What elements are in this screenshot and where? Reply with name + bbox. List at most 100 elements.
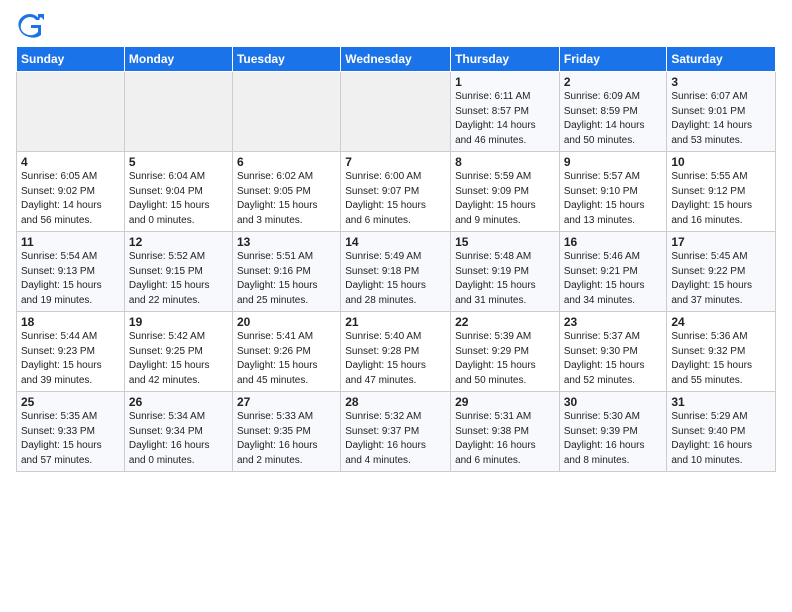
weekday-header-friday: Friday (559, 47, 667, 72)
calendar-cell: 7Sunrise: 6:00 AM Sunset: 9:07 PM Daylig… (341, 152, 451, 232)
day-number: 17 (671, 235, 771, 249)
day-info: Sunrise: 5:30 AM Sunset: 9:39 PM Dayligh… (564, 410, 663, 468)
day-info: Sunrise: 5:35 AM Sunset: 9:33 PM Dayligh… (21, 410, 120, 468)
day-info: Sunrise: 5:34 AM Sunset: 9:34 PM Dayligh… (129, 410, 228, 468)
day-number: 23 (564, 315, 663, 329)
day-number: 7 (345, 155, 446, 169)
day-number: 8 (455, 155, 555, 169)
calendar-cell: 2Sunrise: 6:09 AM Sunset: 8:59 PM Daylig… (559, 72, 667, 152)
day-info: Sunrise: 5:48 AM Sunset: 9:19 PM Dayligh… (455, 250, 555, 308)
day-info: Sunrise: 5:41 AM Sunset: 9:26 PM Dayligh… (237, 330, 336, 388)
day-info: Sunrise: 5:52 AM Sunset: 9:15 PM Dayligh… (129, 250, 228, 308)
calendar-cell: 27Sunrise: 5:33 AM Sunset: 9:35 PM Dayli… (232, 392, 340, 472)
day-info: Sunrise: 6:02 AM Sunset: 9:05 PM Dayligh… (237, 170, 336, 228)
day-info: Sunrise: 5:36 AM Sunset: 9:32 PM Dayligh… (671, 330, 771, 388)
day-info: Sunrise: 5:31 AM Sunset: 9:38 PM Dayligh… (455, 410, 555, 468)
calendar-cell: 4Sunrise: 6:05 AM Sunset: 9:02 PM Daylig… (17, 152, 125, 232)
day-info: Sunrise: 5:49 AM Sunset: 9:18 PM Dayligh… (345, 250, 446, 308)
day-number: 25 (21, 395, 120, 409)
day-number: 30 (564, 395, 663, 409)
calendar-week-3: 11Sunrise: 5:54 AM Sunset: 9:13 PM Dayli… (17, 232, 776, 312)
calendar-cell: 24Sunrise: 5:36 AM Sunset: 9:32 PM Dayli… (667, 312, 776, 392)
calendar-cell: 17Sunrise: 5:45 AM Sunset: 9:22 PM Dayli… (667, 232, 776, 312)
weekday-header-wednesday: Wednesday (341, 47, 451, 72)
calendar-week-4: 18Sunrise: 5:44 AM Sunset: 9:23 PM Dayli… (17, 312, 776, 392)
day-number: 16 (564, 235, 663, 249)
calendar-cell: 19Sunrise: 5:42 AM Sunset: 9:25 PM Dayli… (124, 312, 232, 392)
day-number: 10 (671, 155, 771, 169)
calendar-cell: 21Sunrise: 5:40 AM Sunset: 9:28 PM Dayli… (341, 312, 451, 392)
calendar-body: 1Sunrise: 6:11 AM Sunset: 8:57 PM Daylig… (17, 72, 776, 472)
day-number: 15 (455, 235, 555, 249)
day-number: 9 (564, 155, 663, 169)
day-info: Sunrise: 5:32 AM Sunset: 9:37 PM Dayligh… (345, 410, 446, 468)
calendar-cell: 13Sunrise: 5:51 AM Sunset: 9:16 PM Dayli… (232, 232, 340, 312)
calendar-week-2: 4Sunrise: 6:05 AM Sunset: 9:02 PM Daylig… (17, 152, 776, 232)
day-info: Sunrise: 6:11 AM Sunset: 8:57 PM Dayligh… (455, 90, 555, 148)
calendar-cell (232, 72, 340, 152)
day-number: 13 (237, 235, 336, 249)
calendar-cell: 1Sunrise: 6:11 AM Sunset: 8:57 PM Daylig… (451, 72, 560, 152)
calendar-cell: 23Sunrise: 5:37 AM Sunset: 9:30 PM Dayli… (559, 312, 667, 392)
day-number: 5 (129, 155, 228, 169)
calendar-cell (341, 72, 451, 152)
day-number: 27 (237, 395, 336, 409)
day-number: 6 (237, 155, 336, 169)
calendar-header: SundayMondayTuesdayWednesdayThursdayFrid… (17, 47, 776, 72)
day-info: Sunrise: 5:29 AM Sunset: 9:40 PM Dayligh… (671, 410, 771, 468)
day-number: 11 (21, 235, 120, 249)
weekday-row: SundayMondayTuesdayWednesdayThursdayFrid… (17, 47, 776, 72)
calendar-cell: 26Sunrise: 5:34 AM Sunset: 9:34 PM Dayli… (124, 392, 232, 472)
day-info: Sunrise: 5:54 AM Sunset: 9:13 PM Dayligh… (21, 250, 120, 308)
day-info: Sunrise: 5:44 AM Sunset: 9:23 PM Dayligh… (21, 330, 120, 388)
day-info: Sunrise: 5:39 AM Sunset: 9:29 PM Dayligh… (455, 330, 555, 388)
calendar-cell: 29Sunrise: 5:31 AM Sunset: 9:38 PM Dayli… (451, 392, 560, 472)
calendar-table: SundayMondayTuesdayWednesdayThursdayFrid… (16, 46, 776, 472)
day-info: Sunrise: 6:05 AM Sunset: 9:02 PM Dayligh… (21, 170, 120, 228)
day-number: 2 (564, 75, 663, 89)
calendar-cell: 9Sunrise: 5:57 AM Sunset: 9:10 PM Daylig… (559, 152, 667, 232)
logo (16, 10, 46, 38)
day-info: Sunrise: 5:37 AM Sunset: 9:30 PM Dayligh… (564, 330, 663, 388)
day-number: 21 (345, 315, 446, 329)
weekday-header-saturday: Saturday (667, 47, 776, 72)
header (16, 10, 776, 38)
day-number: 22 (455, 315, 555, 329)
calendar-cell: 11Sunrise: 5:54 AM Sunset: 9:13 PM Dayli… (17, 232, 125, 312)
day-info: Sunrise: 6:09 AM Sunset: 8:59 PM Dayligh… (564, 90, 663, 148)
day-number: 24 (671, 315, 771, 329)
day-info: Sunrise: 5:40 AM Sunset: 9:28 PM Dayligh… (345, 330, 446, 388)
weekday-header-sunday: Sunday (17, 47, 125, 72)
day-number: 1 (455, 75, 555, 89)
day-number: 18 (21, 315, 120, 329)
day-number: 31 (671, 395, 771, 409)
calendar-cell: 22Sunrise: 5:39 AM Sunset: 9:29 PM Dayli… (451, 312, 560, 392)
weekday-header-tuesday: Tuesday (232, 47, 340, 72)
calendar-cell: 31Sunrise: 5:29 AM Sunset: 9:40 PM Dayli… (667, 392, 776, 472)
day-info: Sunrise: 5:42 AM Sunset: 9:25 PM Dayligh… (129, 330, 228, 388)
calendar-cell: 5Sunrise: 6:04 AM Sunset: 9:04 PM Daylig… (124, 152, 232, 232)
day-info: Sunrise: 5:51 AM Sunset: 9:16 PM Dayligh… (237, 250, 336, 308)
day-info: Sunrise: 5:45 AM Sunset: 9:22 PM Dayligh… (671, 250, 771, 308)
calendar-week-5: 25Sunrise: 5:35 AM Sunset: 9:33 PM Dayli… (17, 392, 776, 472)
page: SundayMondayTuesdayWednesdayThursdayFrid… (0, 0, 792, 612)
calendar-cell: 20Sunrise: 5:41 AM Sunset: 9:26 PM Dayli… (232, 312, 340, 392)
logo-icon (16, 10, 44, 38)
calendar-cell: 16Sunrise: 5:46 AM Sunset: 9:21 PM Dayli… (559, 232, 667, 312)
weekday-header-monday: Monday (124, 47, 232, 72)
day-number: 12 (129, 235, 228, 249)
day-number: 20 (237, 315, 336, 329)
day-number: 26 (129, 395, 228, 409)
calendar-cell: 28Sunrise: 5:32 AM Sunset: 9:37 PM Dayli… (341, 392, 451, 472)
weekday-header-thursday: Thursday (451, 47, 560, 72)
calendar-cell: 10Sunrise: 5:55 AM Sunset: 9:12 PM Dayli… (667, 152, 776, 232)
calendar-cell: 12Sunrise: 5:52 AM Sunset: 9:15 PM Dayli… (124, 232, 232, 312)
calendar-cell: 14Sunrise: 5:49 AM Sunset: 9:18 PM Dayli… (341, 232, 451, 312)
day-number: 19 (129, 315, 228, 329)
calendar-cell: 30Sunrise: 5:30 AM Sunset: 9:39 PM Dayli… (559, 392, 667, 472)
calendar-week-1: 1Sunrise: 6:11 AM Sunset: 8:57 PM Daylig… (17, 72, 776, 152)
day-info: Sunrise: 6:07 AM Sunset: 9:01 PM Dayligh… (671, 90, 771, 148)
day-number: 28 (345, 395, 446, 409)
day-info: Sunrise: 5:55 AM Sunset: 9:12 PM Dayligh… (671, 170, 771, 228)
calendar-cell: 8Sunrise: 5:59 AM Sunset: 9:09 PM Daylig… (451, 152, 560, 232)
